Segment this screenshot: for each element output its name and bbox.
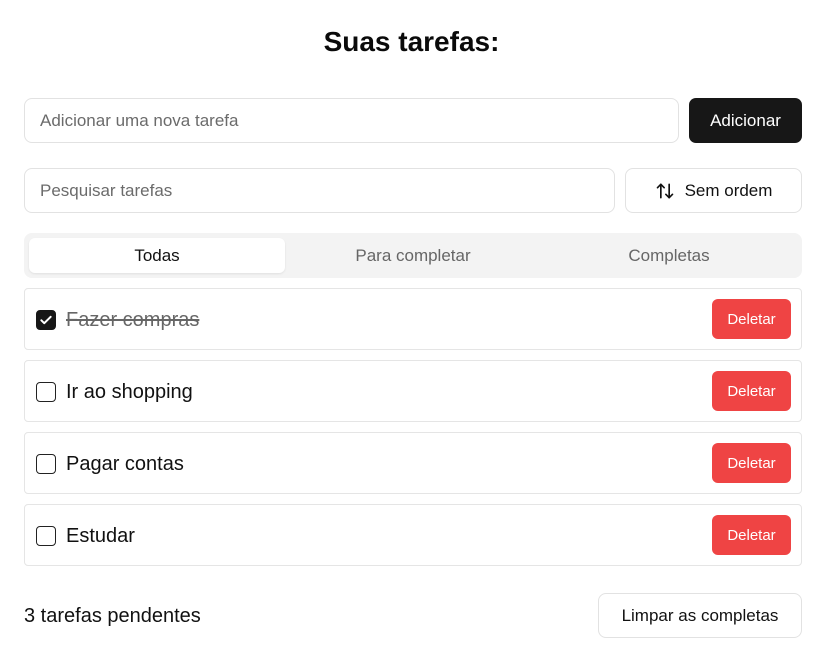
tab-all[interactable]: Todas [29,238,285,273]
task-item: Pagar contas Deletar [24,432,802,494]
task-checkbox[interactable] [36,454,56,474]
sort-button[interactable]: Sem ordem [625,168,802,213]
task-checkbox[interactable] [36,382,56,402]
tab-completed[interactable]: Completas [541,238,797,273]
clear-completed-button[interactable]: Limpar as completas [598,593,802,638]
task-item: Ir ao shopping Deletar [24,360,802,422]
task-label: Pagar contas [66,453,184,475]
pending-count: 3 tarefas pendentes [24,605,201,627]
search-input[interactable] [24,168,615,213]
task-label: Fazer compras [66,309,200,331]
delete-button[interactable]: Deletar [712,443,791,483]
task-item: Estudar Deletar [24,504,802,566]
delete-button[interactable]: Deletar [712,299,791,339]
delete-button[interactable]: Deletar [712,515,791,555]
new-task-input[interactable] [24,98,679,143]
sort-arrows-icon [656,183,673,198]
add-task-button[interactable]: Adicionar [689,98,802,143]
filter-tabs: Todas Para completar Completas [24,233,802,278]
task-checkbox[interactable] [36,526,56,546]
checkmark-icon [40,315,52,325]
sort-label: Sem ordem [684,180,773,200]
task-label: Estudar [66,525,135,547]
todo-app: Suas tarefas: Adicionar Sem ordem Todas … [0,0,823,663]
task-item: Fazer compras Deletar [24,288,802,350]
task-label: Ir ao shopping [66,381,193,403]
tab-to-complete[interactable]: Para completar [285,238,541,273]
delete-button[interactable]: Deletar [712,371,791,411]
page-title: Suas tarefas: [323,26,500,57]
task-checkbox[interactable] [36,310,56,330]
